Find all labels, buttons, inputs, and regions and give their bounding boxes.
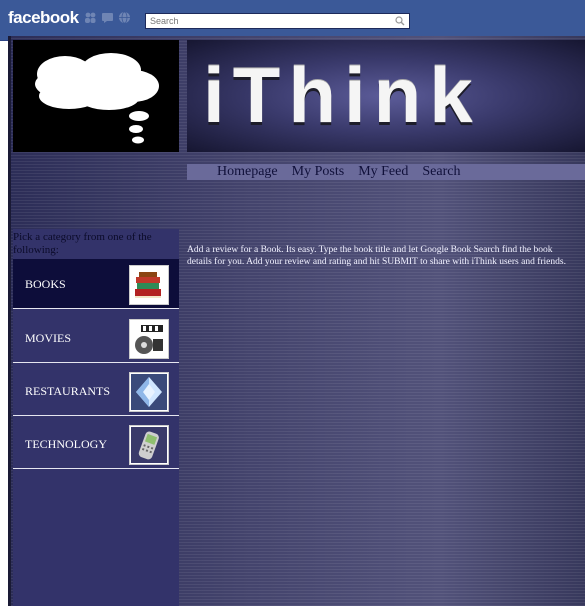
nav-search[interactable]: Search <box>415 164 467 180</box>
notification-icons <box>84 11 131 24</box>
movies-thumbnail <box>129 319 169 359</box>
film-icon <box>135 325 163 354</box>
phone-icon <box>131 427 167 463</box>
messages-icon[interactable] <box>101 11 114 24</box>
category-technology[interactable]: TECHNOLOGY <box>13 419 179 469</box>
search-icon[interactable] <box>395 16 405 26</box>
category-prompt: Pick a category from one of the followin… <box>13 231 152 256</box>
facebook-top-bar: facebook Search <box>0 0 585 41</box>
notifications-icon[interactable] <box>118 11 131 24</box>
search-placeholder: Search <box>150 16 179 26</box>
category-books[interactable]: BOOKS <box>13 259 179 309</box>
books-icon <box>135 272 161 298</box>
thought-cloud-logo <box>13 40 179 152</box>
restaurants-thumbnail <box>129 372 169 412</box>
books-thumbnail <box>129 265 169 305</box>
nav-homepage[interactable]: Homepage <box>187 164 285 180</box>
facebook-search-input[interactable]: Search <box>145 13 410 29</box>
ithink-banner: iThink <box>187 40 585 152</box>
category-movies[interactable]: MOVIES <box>13 313 179 363</box>
facebook-logo[interactable]: facebook <box>8 8 79 28</box>
friends-icon[interactable] <box>84 11 97 24</box>
category-label-movies: MOVIES <box>25 331 72 345</box>
technology-thumbnail <box>129 425 169 465</box>
category-intro-text: Add a review for a Book. Its easy. Type … <box>187 245 566 267</box>
category-label-books: BOOKS <box>25 277 66 291</box>
ithink-app: iThink Homepage My Posts My Feed Search … <box>8 36 585 606</box>
category-sidebar: Pick a category from one of the followin… <box>13 229 179 606</box>
left-border <box>8 36 11 606</box>
category-label-technology: TECHNOLOGY <box>25 437 107 451</box>
nav-my-feed[interactable]: My Feed <box>351 164 415 180</box>
category-restaurants[interactable]: RESTAURANTS <box>13 366 179 416</box>
main-nav: Homepage My Posts My Feed Search <box>187 164 585 180</box>
app-title: iThink <box>203 51 481 139</box>
diamond-icon <box>131 374 167 410</box>
thought-cloud-icon <box>35 53 159 144</box>
nav-my-posts[interactable]: My Posts <box>285 164 352 180</box>
category-label-restaurants: RESTAURANTS <box>25 384 111 398</box>
